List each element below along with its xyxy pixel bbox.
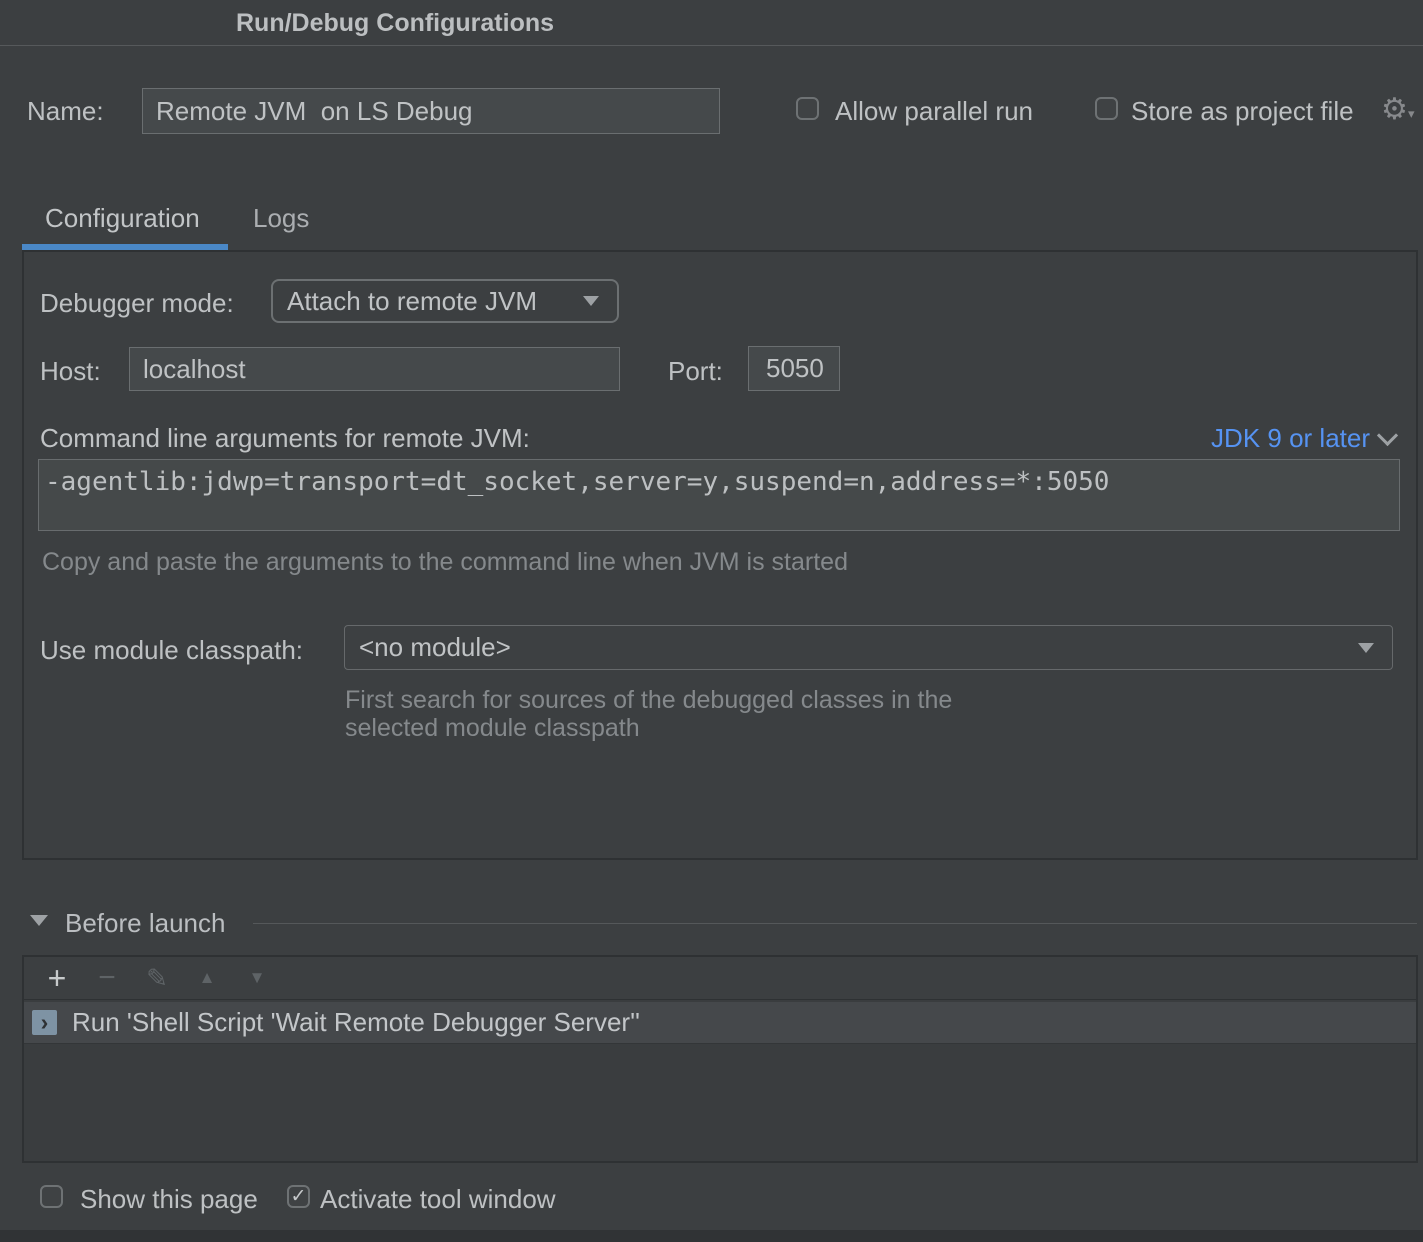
before-launch-task-label: Run 'Shell Script 'Wait Remote Debugger …: [72, 1007, 640, 1038]
store-as-project-file-label[interactable]: Store as project file: [1131, 96, 1354, 127]
dialog-bottom-edge: [0, 1230, 1423, 1242]
allow-parallel-run-checkbox[interactable]: [796, 97, 819, 120]
allow-parallel-run-label[interactable]: Allow parallel run: [835, 96, 1033, 127]
command-line-arguments-field[interactable]: -agentlib:jdwp=transport=dt_socket,serve…: [38, 459, 1400, 531]
run-debug-configurations-dialog: Run/Debug Configurations Name: Allow par…: [0, 0, 1423, 1242]
port-label: Port:: [668, 356, 723, 387]
port-input[interactable]: [748, 346, 840, 391]
gear-dropdown-arrow-icon[interactable]: ▾: [1408, 106, 1415, 122]
host-label: Host:: [40, 356, 101, 387]
remove-icon[interactable]: −: [82, 961, 132, 995]
move-up-icon[interactable]: ▲: [182, 968, 232, 988]
check-icon: ✓: [291, 1186, 307, 1207]
edit-pencil-icon[interactable]: ✎: [132, 963, 182, 994]
before-launch-collapse-icon[interactable]: [30, 915, 48, 926]
debugger-mode-value: Attach to remote JVM: [287, 286, 537, 317]
store-as-project-file-checkbox[interactable]: [1095, 97, 1118, 120]
add-icon[interactable]: +: [32, 960, 82, 997]
module-classpath-label: Use module classpath:: [40, 635, 303, 666]
command-line-hint: Copy and paste the arguments to the comm…: [42, 548, 848, 577]
before-launch-title: Before launch: [65, 908, 225, 939]
debugger-mode-dropdown[interactable]: Attach to remote JVM: [271, 279, 619, 323]
shell-script-run-icon: ›: [32, 1010, 57, 1035]
before-launch-task-list: › Run 'Shell Script 'Wait Remote Debugge…: [24, 1000, 1416, 1161]
chevron-down-icon: [1377, 425, 1398, 446]
name-label: Name:: [27, 96, 104, 127]
before-launch-task-row[interactable]: › Run 'Shell Script 'Wait Remote Debugge…: [24, 1002, 1416, 1044]
activate-tool-window-label[interactable]: Activate tool window: [320, 1184, 556, 1215]
before-launch-panel: + − ✎ ▲ ▼ › Run 'Shell Script 'Wait Remo…: [22, 955, 1418, 1163]
module-classpath-hint: First search for sources of the debugged…: [345, 686, 1025, 742]
jdk-version-link-text: JDK 9 or later: [1211, 423, 1370, 454]
dropdown-arrow-icon: [1358, 643, 1374, 653]
tab-logs[interactable]: Logs: [253, 203, 309, 234]
dialog-title-bar: Run/Debug Configurations: [0, 0, 1423, 46]
show-this-page-checkbox[interactable]: [40, 1185, 63, 1208]
debugger-mode-label: Debugger mode:: [40, 288, 234, 319]
before-launch-toolbar: + − ✎ ▲ ▼: [24, 957, 1416, 1000]
command-line-label: Command line arguments for remote JVM:: [40, 423, 530, 454]
module-classpath-value: <no module>: [359, 632, 511, 663]
activate-tool-window-checkbox[interactable]: ✓: [287, 1185, 310, 1208]
name-input[interactable]: [142, 88, 720, 134]
move-down-icon[interactable]: ▼: [232, 968, 282, 988]
module-classpath-dropdown[interactable]: <no module>: [344, 625, 1393, 670]
show-this-page-label[interactable]: Show this page: [80, 1184, 258, 1215]
host-input[interactable]: [129, 347, 620, 391]
jdk-version-link[interactable]: JDK 9 or later: [1211, 423, 1395, 454]
gear-icon[interactable]: ⚙: [1381, 92, 1408, 127]
before-launch-divider: [253, 923, 1417, 924]
dialog-title: Run/Debug Configurations: [236, 9, 554, 38]
dropdown-arrow-icon: [583, 296, 599, 306]
tab-configuration[interactable]: Configuration: [45, 203, 200, 234]
